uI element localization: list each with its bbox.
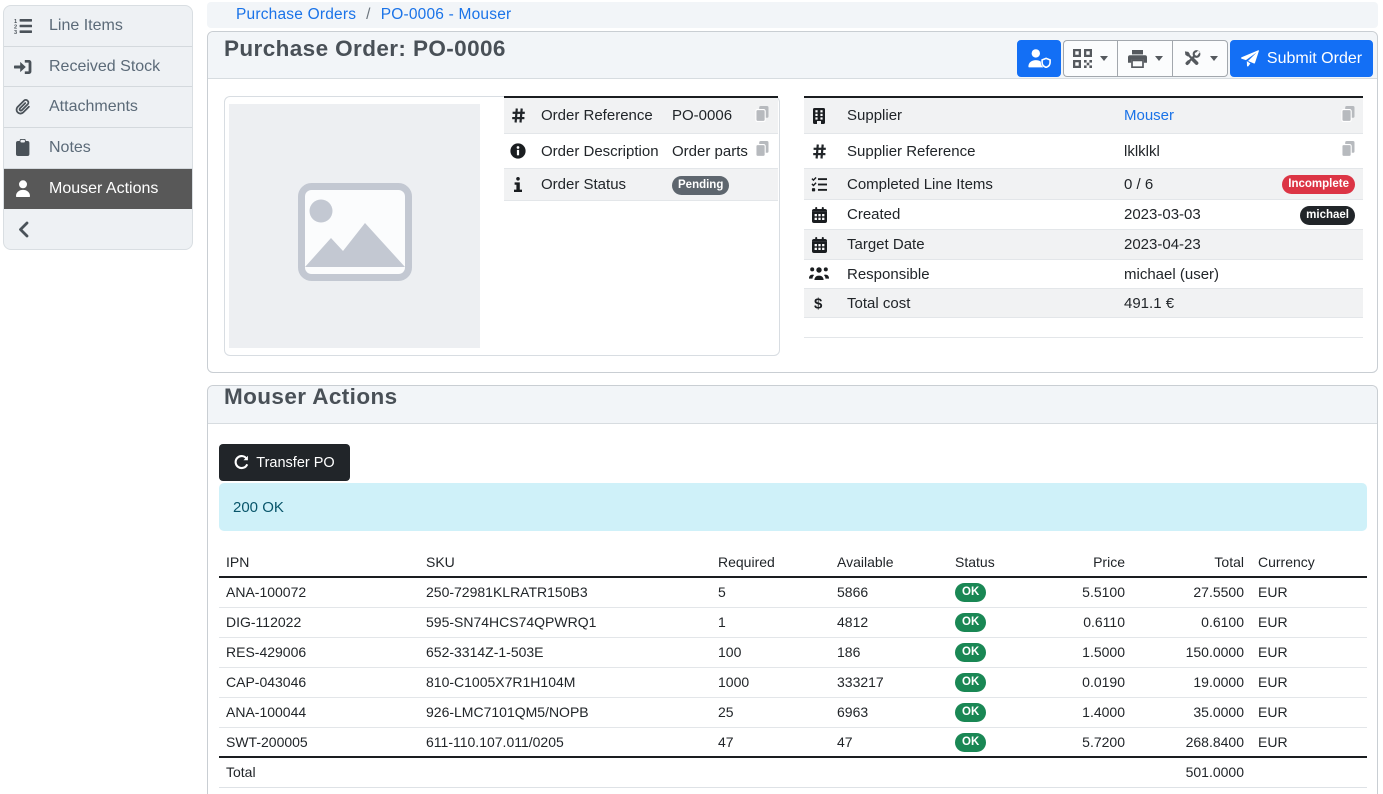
svg-text:3: 3 — [14, 30, 17, 34]
svg-text:$: $ — [814, 296, 823, 312]
